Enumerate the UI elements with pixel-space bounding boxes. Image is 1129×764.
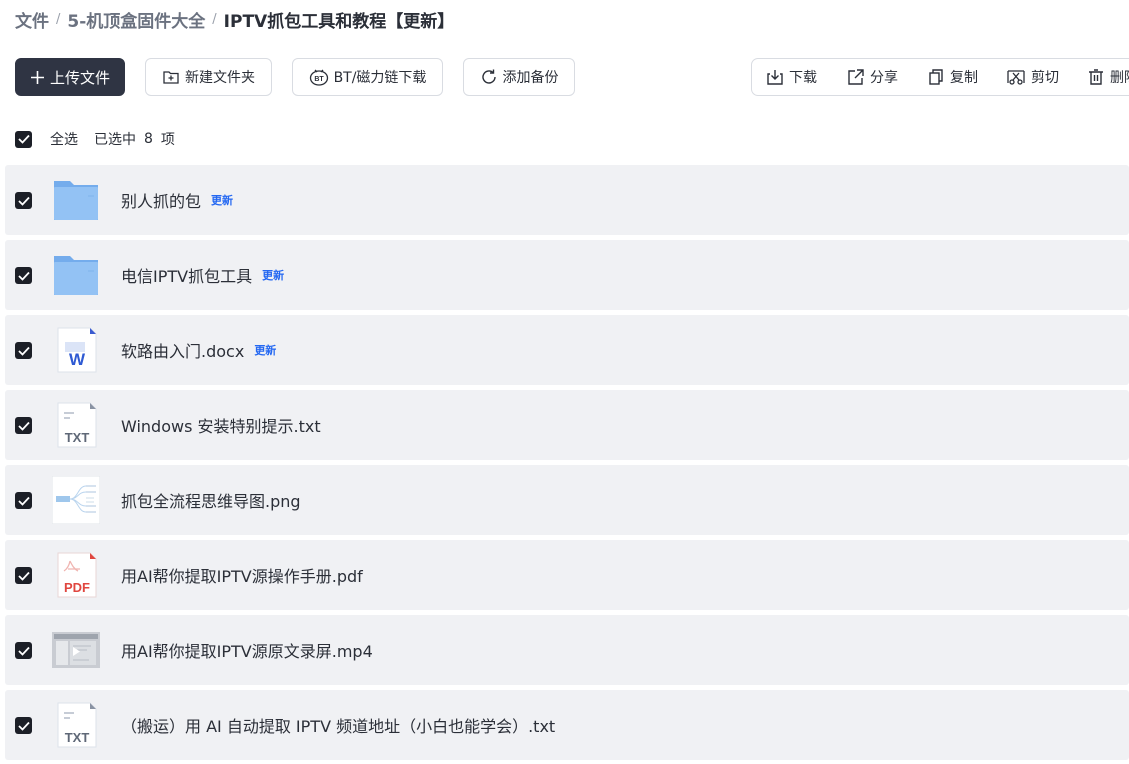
select-all-checkbox[interactable] [15, 130, 32, 148]
svg-text:PDF: PDF [64, 580, 90, 595]
upload-button[interactable]: 上传文件 [15, 58, 125, 96]
checkmark-icon [17, 196, 30, 206]
checkmark-icon [17, 721, 30, 731]
file-name[interactable]: 软路由入门.docx 更新 [121, 315, 276, 385]
video-thumbnail [52, 632, 100, 668]
bt-download-button-label: BT/磁力链下载 [333, 70, 427, 86]
upload-button-label: 上传文件 [49, 68, 110, 87]
file-row[interactable]: 抓包全流程思维导图.png [5, 465, 1129, 535]
folder-icon [54, 181, 98, 220]
selection-toolbar: 下载 分享 复制 剪切 删除 [751, 58, 1129, 96]
share-button[interactable]: 分享 [847, 59, 898, 95]
sync-icon [481, 69, 496, 84]
file-row[interactable]: W 软路由入门.docx 更新 [5, 315, 1129, 385]
copy-icon [929, 69, 943, 85]
bt-download-button[interactable]: BT BT/磁力链下载 [292, 58, 443, 96]
file-name[interactable]: （搬运）用 AI 自动提取 IPTV 频道地址（小白也能学会）.txt [121, 690, 555, 760]
svg-text:W: W [69, 350, 86, 369]
row-checkbox[interactable] [15, 267, 32, 284]
file-row[interactable]: TXT （搬运）用 AI 自动提取 IPTV 频道地址（小白也能学会）.txt [5, 690, 1129, 760]
cut-label: 剪切 [1031, 70, 1059, 86]
file-row[interactable]: TXT Windows 安装特别提示.txt [5, 390, 1129, 460]
download-button[interactable]: 下载 [766, 59, 817, 95]
update-badge: 更新 [254, 344, 277, 357]
checkmark-icon [17, 271, 30, 281]
download-icon [767, 70, 783, 85]
breadcrumb-current: IPTV抓包工具和教程【更新】 [223, 11, 455, 32]
add-backup-button-label: 添加备份 [502, 70, 559, 86]
selected-count: 8 [144, 131, 153, 147]
svg-text:TXT: TXT [65, 730, 90, 745]
new-folder-button[interactable]: 新建文件夹 [145, 58, 272, 96]
row-checkbox[interactable] [15, 717, 32, 734]
folder-icon [54, 256, 98, 295]
checkmark-icon [17, 346, 30, 356]
file-name[interactable]: Windows 安装特别提示.txt [121, 390, 321, 460]
breadcrumb-root[interactable]: 文件 [15, 7, 49, 32]
breadcrumb: 文件 / 5-机顶盒固件大全 / IPTV抓包工具和教程【更新】 [15, 7, 455, 32]
breadcrumb-separator: / [56, 11, 61, 27]
file-name[interactable]: 别人抓的包 更新 [121, 165, 233, 235]
select-all-bar: 全选 已选中 8 项 [15, 129, 175, 149]
checkmark-icon [17, 646, 30, 656]
file-row[interactable]: 用AI帮你提取IPTV源原文录屏.mp4 [5, 615, 1129, 685]
download-label: 下载 [789, 70, 817, 86]
file-row[interactable]: 电信IPTV抓包工具 更新 [5, 240, 1129, 310]
row-checkbox[interactable] [15, 642, 32, 659]
svg-text:TXT: TXT [65, 430, 90, 445]
breadcrumb-parent[interactable]: 5-机顶盒固件大全 [67, 7, 205, 32]
new-folder-icon [163, 71, 179, 84]
trash-icon [1089, 69, 1103, 85]
new-folder-button-label: 新建文件夹 [185, 70, 255, 86]
scissors-icon [1007, 70, 1025, 85]
checkmark-icon [17, 496, 30, 506]
row-checkbox[interactable] [15, 492, 32, 509]
select-all-label[interactable]: 全选 [50, 129, 78, 149]
txt-file-icon: TXT [57, 702, 97, 748]
cut-button[interactable]: 剪切 [1006, 59, 1059, 95]
delete-label: 删除 [1110, 70, 1129, 86]
add-backup-button[interactable]: 添加备份 [463, 58, 575, 96]
txt-file-icon: TXT [57, 402, 97, 448]
share-label: 分享 [870, 70, 898, 86]
plus-icon [30, 70, 44, 84]
row-checkbox[interactable] [15, 192, 32, 209]
image-thumbnail [52, 476, 100, 524]
file-name[interactable]: 抓包全流程思维导图.png [121, 465, 301, 535]
file-name[interactable]: 电信IPTV抓包工具 更新 [121, 240, 284, 310]
checkmark-icon [17, 421, 30, 431]
delete-button[interactable]: 删除 [1087, 59, 1129, 95]
pdf-file-icon: PDF [57, 552, 97, 598]
bt-icon: BT [309, 69, 328, 86]
checkmark-icon [17, 571, 30, 581]
word-doc-icon: W [57, 327, 97, 373]
copy-label: 复制 [950, 70, 978, 86]
checkmark-icon [17, 134, 30, 144]
svg-text:BT: BT [314, 76, 324, 83]
selected-suffix: 项 [160, 132, 175, 148]
update-badge: 更新 [211, 194, 234, 207]
selected-prefix: 已选中 [94, 132, 136, 148]
row-checkbox[interactable] [15, 342, 32, 359]
file-row[interactable]: 别人抓的包 更新 [5, 165, 1129, 235]
row-checkbox[interactable] [15, 417, 32, 434]
update-badge: 更新 [262, 269, 285, 282]
share-icon [848, 69, 864, 85]
breadcrumb-separator: / [212, 11, 217, 27]
file-name[interactable]: 用AI帮你提取IPTV源原文录屏.mp4 [121, 615, 373, 685]
row-checkbox[interactable] [15, 567, 32, 584]
file-name[interactable]: 用AI帮你提取IPTV源操作手册.pdf [121, 540, 363, 610]
copy-button[interactable]: 复制 [927, 59, 978, 95]
file-row[interactable]: PDF 用AI帮你提取IPTV源操作手册.pdf [5, 540, 1129, 610]
